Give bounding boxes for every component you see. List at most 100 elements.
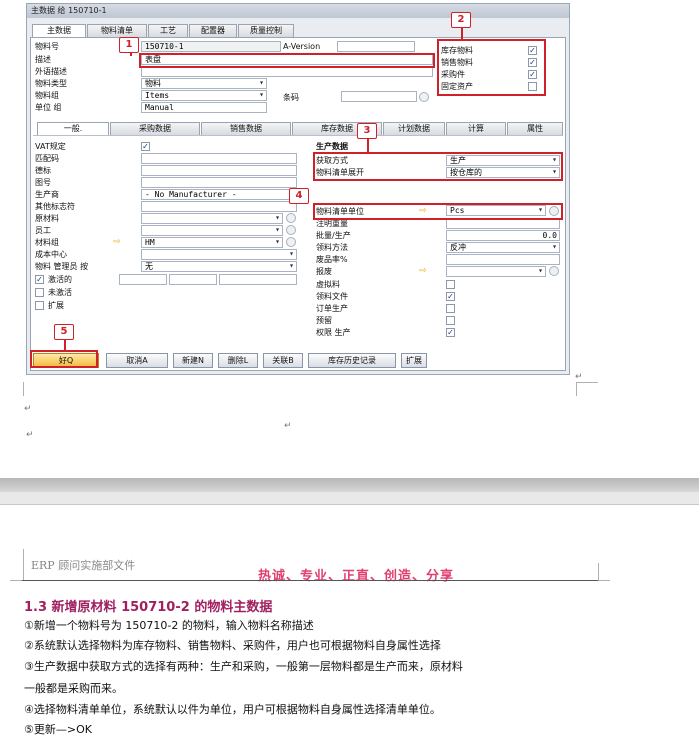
active-from-field[interactable]	[119, 274, 167, 285]
doc-header-slogan: 热诚、专业、正直、创造、分享	[258, 569, 455, 584]
report-lookup-icon[interactable]	[549, 266, 559, 276]
uom-group-field[interactable]: Manual	[141, 102, 267, 113]
doc-header-rule	[22, 580, 598, 581]
report-dropdown[interactable]	[446, 266, 546, 277]
callout-badge-4: 4	[289, 188, 309, 204]
vat-checkbox[interactable]: ✓	[141, 142, 150, 151]
tab-master-data[interactable]: 主数据	[32, 24, 86, 37]
active-to-field[interactable]	[169, 274, 217, 285]
tab-routing[interactable]: 工艺	[148, 24, 188, 37]
raw-material-dropdown[interactable]	[141, 213, 283, 224]
tab-properties[interactable]: 属性	[507, 122, 563, 135]
employee-label: 员工	[35, 226, 51, 235]
order-production-checkbox[interactable]	[446, 304, 455, 313]
section-heading: 1.3 新增原材料 150710-2 的物料主数据	[24, 600, 273, 615]
manufacturer-dropdown[interactable]: - No Manufacturer -	[141, 189, 297, 200]
manager-label: 物料 管理员 按	[35, 262, 89, 271]
extend-button[interactable]: 扩展	[401, 353, 427, 368]
other-id-field[interactable]	[141, 201, 297, 212]
highlight-item-flags	[437, 39, 546, 96]
callout-badge-1: 1	[119, 37, 139, 53]
inactive-label: 未激活	[48, 288, 72, 297]
cancel-button[interactable]: 取消A	[106, 353, 168, 368]
scrap-label: 废品率%	[316, 255, 348, 264]
barcode-label: 条码	[283, 93, 299, 102]
tab-costing[interactable]: 计算	[446, 122, 506, 135]
inactive-checkbox[interactable]	[35, 288, 44, 297]
tab-general[interactable]: 一般.	[37, 122, 109, 135]
link-arrow-icon[interactable]: ⇨	[113, 237, 121, 247]
tab-sales-data[interactable]: 销售数据	[201, 122, 291, 135]
callout-line	[461, 28, 463, 40]
extend-checkbox[interactable]	[35, 301, 44, 310]
tab-purchasing-data[interactable]: 采购数据	[110, 122, 200, 135]
other-id-label: 其他标志符	[35, 202, 75, 211]
dessin-label: 德标	[35, 166, 51, 175]
item-type-dropdown[interactable]: 物料	[141, 78, 267, 89]
a-version-label: A-Version	[283, 42, 321, 51]
extend-label: 扩展	[48, 301, 64, 310]
active-label: 激活的	[48, 275, 72, 284]
reserve-checkbox[interactable]	[446, 316, 455, 325]
highlight-bom-uom	[313, 203, 563, 220]
paragraph-mark: ↵	[575, 372, 583, 382]
auth-production-label: 权限 生产	[316, 328, 351, 337]
new-button[interactable]: 新建N	[173, 353, 213, 368]
material-group-lookup-icon[interactable]	[286, 237, 296, 247]
page-gap	[0, 492, 699, 504]
inventory-history-button[interactable]: 库存历史记录	[308, 353, 396, 368]
dessin-field[interactable]	[141, 165, 297, 176]
material-group-label: 材料组	[35, 238, 59, 247]
drawing-field[interactable]	[141, 177, 297, 188]
item-no-field[interactable]: 150710-1	[141, 41, 281, 52]
document-page-1: ↵ ↵ ↵ ↵ 主数据 给 150710-1 主数据 物料清单 工艺 配置器 质…	[0, 0, 699, 480]
callout-badge-2: 2	[451, 12, 471, 28]
relationship-button[interactable]: 关联B	[263, 353, 303, 368]
item-group-label: 物料组	[35, 91, 59, 100]
vat-label: VAT规定	[35, 142, 66, 151]
issue-doc-checkbox[interactable]: ✓	[446, 292, 455, 301]
phantom-label: 虚拟料	[316, 280, 340, 289]
item-group-dropdown[interactable]: Items	[141, 90, 267, 101]
production-section-title: 生产数据	[316, 142, 348, 151]
highlight-description	[139, 53, 435, 68]
manager-dropdown[interactable]: 无	[141, 261, 297, 272]
page-corner-mark	[598, 563, 610, 581]
link-arrow-icon[interactable]: ⇨	[419, 266, 427, 276]
employee-dropdown[interactable]	[141, 225, 283, 236]
phantom-checkbox[interactable]	[446, 280, 455, 289]
doc-paragraph: ③生产数据中获取方式的选择有两种：生产和采购，一般第一层物料都是生产而来，原材料	[24, 660, 463, 673]
match-code-field[interactable]	[141, 153, 297, 164]
scrap-field[interactable]	[446, 254, 560, 265]
barcode-field[interactable]	[341, 91, 417, 102]
a-version-field[interactable]	[337, 41, 415, 52]
issue-doc-label: 领料文件	[316, 292, 348, 301]
tab-planning-data[interactable]: 计划数据	[383, 122, 445, 135]
paragraph-mark: ↵	[26, 430, 34, 440]
raw-material-lookup-icon[interactable]	[286, 213, 296, 223]
employee-lookup-icon[interactable]	[286, 225, 296, 235]
manufacturer-label: 生产商	[35, 190, 59, 199]
tab-configurator[interactable]: 配置器	[189, 24, 237, 37]
cost-center-dropdown[interactable]	[141, 249, 297, 260]
delete-button[interactable]: 删除L	[218, 353, 258, 368]
callout-badge-3: 3	[357, 123, 377, 139]
material-group-dropdown[interactable]: HM	[141, 237, 283, 248]
uom-group-label: 单位 组	[35, 103, 62, 112]
issue-method-dropdown[interactable]: 反冲	[446, 242, 560, 253]
auth-production-checkbox[interactable]: ✓	[446, 328, 455, 337]
tab-quality-control[interactable]: 质量控制	[238, 24, 294, 37]
active-remark-field[interactable]	[219, 274, 297, 285]
batch-field[interactable]: 0.0	[446, 230, 560, 241]
tab-bom[interactable]: 物料清单	[87, 24, 147, 37]
cost-center-label: 成本中心	[35, 250, 67, 259]
active-checkbox[interactable]: ✓	[35, 275, 44, 284]
raw-material-label: 原材料	[35, 214, 59, 223]
subtab-divider	[33, 135, 563, 136]
match-code-label: 匹配码	[35, 154, 59, 163]
window-title: 主数据 给 150710-1	[27, 4, 569, 18]
item-master-window: 主数据 给 150710-1 主数据 物料清单 工艺 配置器 质量控制 物料号 …	[26, 3, 570, 375]
barcode-lookup-icon[interactable]	[419, 92, 429, 102]
batch-label: 批量/生产	[316, 231, 351, 240]
page-corner-mark	[10, 549, 24, 581]
